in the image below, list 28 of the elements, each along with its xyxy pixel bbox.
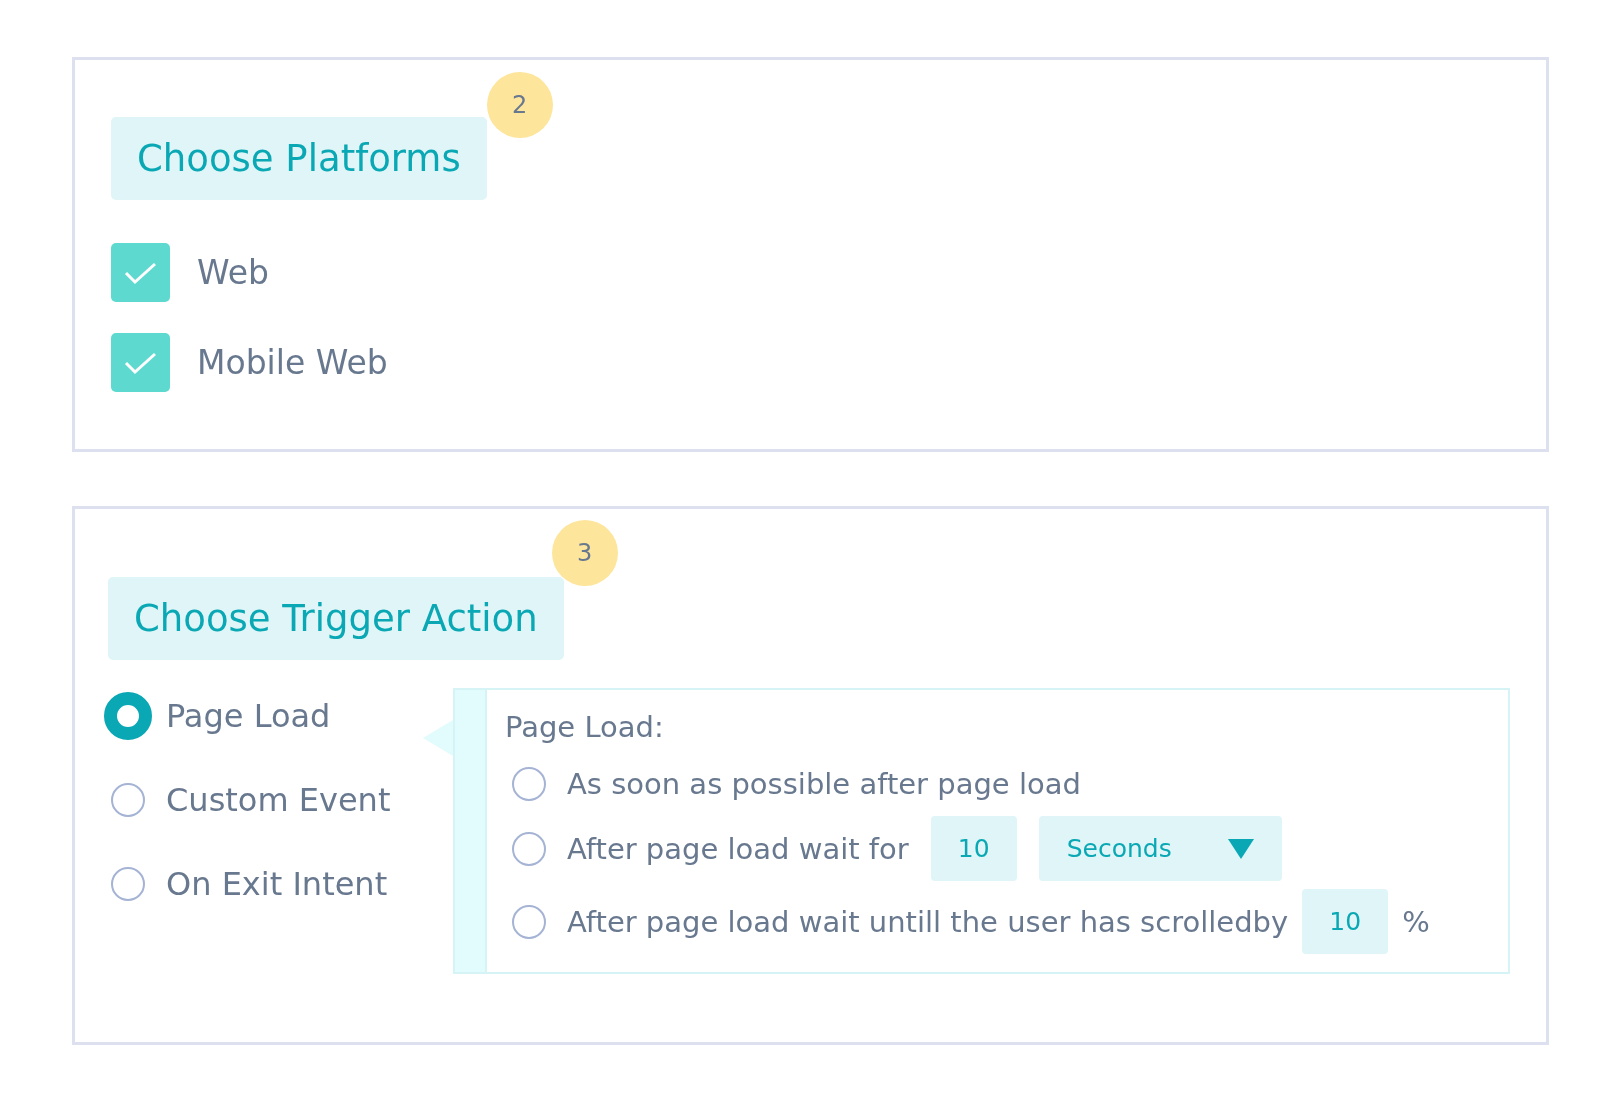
trigger-option-label: On Exit Intent [166,865,388,903]
radio-button[interactable] [104,692,152,740]
option-label: After page load wait untill the user has scrolledby [567,904,1289,939]
radio-button[interactable] [111,783,145,817]
dropdown-caret-icon [1227,838,1254,859]
trigger-option-label: Custom Event [166,781,391,819]
trigger-option-label: Page Load [166,697,331,735]
checkbox-label: Web [197,253,269,292]
checkbox-label: Mobile Web [197,343,388,382]
step-badge: 3 [551,520,618,586]
option-label: After page load wait for [567,831,909,866]
checkmark-icon [123,260,158,285]
heading-text: Choose Trigger Action [134,597,538,640]
radio-button[interactable] [512,831,546,866]
delay-input[interactable]: 10 [930,816,1017,881]
checkmark-icon [123,350,158,375]
detail-title: Page Load: [505,710,665,744]
checkbox[interactable] [111,243,170,302]
option-label: As soon as possible after page load [567,767,1081,801]
unit-dropdown[interactable]: Seconds [1038,816,1282,881]
radio-button[interactable] [512,767,546,801]
scroll-percent-input[interactable]: 10 [1302,889,1389,954]
heading-text: Choose Platforms [137,137,461,180]
percent-sign: % [1402,904,1430,939]
radio-button[interactable] [111,867,145,901]
step-badge: 2 [486,72,553,138]
checkbox[interactable] [111,333,170,392]
radio-button[interactable] [512,904,546,939]
